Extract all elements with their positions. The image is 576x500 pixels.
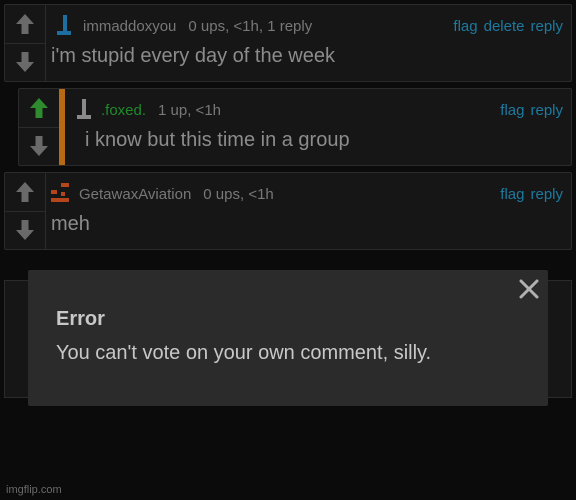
watermark: imgflip.com [6, 484, 62, 496]
dialog-title: Error [56, 308, 105, 330]
upvote-button[interactable] [5, 5, 45, 43]
comment-text: i know but this time in a group [85, 129, 350, 151]
avatar[interactable] [73, 97, 95, 121]
comment-stats: 0 ups, <1h [203, 186, 274, 203]
down-arrow-icon [16, 52, 34, 73]
error-dialog: Error You can't vote on your own comment… [28, 270, 548, 406]
comment-actions: flag delete reply [447, 18, 563, 35]
reply-accent-bar [59, 89, 65, 165]
username[interactable]: GetawaxAviation [79, 186, 191, 203]
reply-link[interactable]: reply [530, 18, 563, 35]
downvote-button[interactable] [19, 126, 59, 166]
username[interactable]: .foxed. [101, 102, 146, 119]
avatar[interactable] [49, 181, 71, 205]
comment-reply: .foxed. 1 up, <1h flag reply i know but th… [18, 88, 572, 166]
reply-link[interactable]: reply [530, 186, 563, 203]
up-arrow-icon [16, 13, 34, 34]
flag-link[interactable]: flag [453, 18, 477, 35]
comment: immaddoxyou 0 ups, <1h, 1 reply flag delet… [4, 4, 572, 82]
down-arrow-icon [16, 220, 34, 241]
vote-column [5, 173, 46, 249]
comment-meta: .foxed. 1 up, <1h [101, 102, 221, 119]
upvote-button[interactable] [19, 89, 59, 127]
flag-link[interactable]: flag [500, 102, 524, 119]
username[interactable]: immaddoxyou [83, 18, 176, 35]
comment-meta: GetawaxAviation 0 ups, <1h [79, 186, 274, 203]
vote-column [19, 89, 60, 165]
comment: GetawaxAviation 0 ups, <1h flag reply meh [4, 172, 572, 250]
up-arrow-icon [16, 181, 34, 202]
close-icon[interactable] [516, 276, 542, 302]
comment-actions: flag reply [494, 102, 563, 119]
up-arrow-icon [30, 97, 48, 118]
comment-text: i'm stupid every day of the week [51, 45, 335, 67]
delete-link[interactable]: delete [484, 18, 525, 35]
dialog-message: You can't vote on your own comment, sill… [56, 342, 432, 364]
comment-stats: 0 ups, <1h, 1 reply [188, 18, 313, 35]
upvote-button[interactable] [5, 173, 45, 211]
vote-column [5, 5, 46, 81]
avatar[interactable] [53, 13, 75, 37]
flag-link[interactable]: flag [500, 186, 524, 203]
reply-link[interactable]: reply [530, 102, 563, 119]
comment-text: meh [51, 213, 90, 235]
down-arrow-icon [30, 136, 48, 157]
downvote-button[interactable] [5, 210, 45, 250]
comment-meta: immaddoxyou 0 ups, <1h, 1 reply [83, 18, 312, 35]
comment-stats: 1 up, <1h [158, 102, 222, 119]
comment-actions: flag reply [494, 186, 563, 203]
downvote-button[interactable] [5, 42, 45, 82]
